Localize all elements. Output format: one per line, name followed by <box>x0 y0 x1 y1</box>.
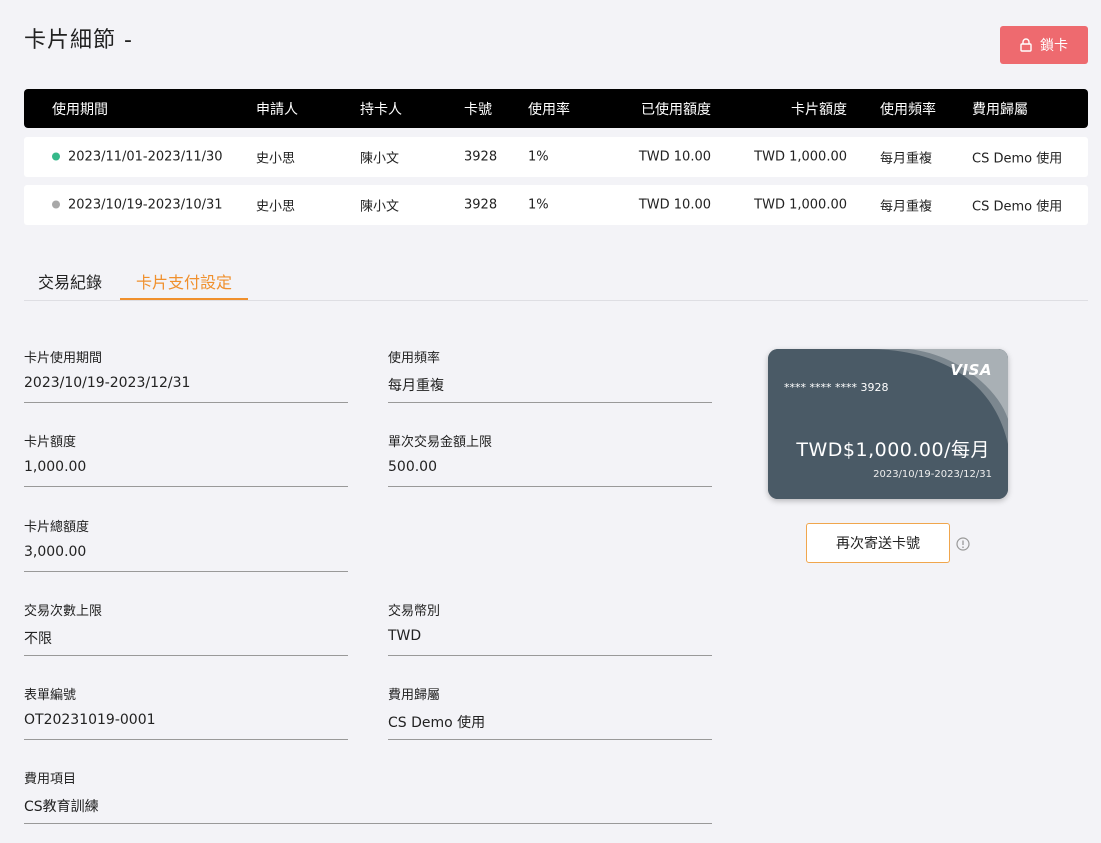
applicant-cell: 史小思 <box>256 151 296 167</box>
field-divider <box>24 739 348 740</box>
holder-cell: 陳小文 <box>360 199 400 215</box>
col-applicant: 申請人 <box>256 101 298 118</box>
field-value: 1,000.00 <box>24 459 87 475</box>
field-label: 卡片總額度 <box>24 520 90 535</box>
frequency-cell: 每月重複 <box>880 151 933 167</box>
detail-tabs: 交易紀錄 卡片支付設定 <box>24 263 1088 301</box>
col-cost-center: 費用歸屬 <box>972 101 1028 118</box>
field-divider <box>24 655 348 656</box>
field-label: 交易幣別 <box>388 604 441 619</box>
period-cell: 2023/11/01-2023/11/30 <box>52 150 223 165</box>
status-dot-inactive <box>52 200 60 208</box>
field-value: 3,000.00 <box>24 544 87 560</box>
field-value: TWD <box>388 628 422 644</box>
cost-center-cell: CS Demo 使用 <box>972 199 1063 215</box>
field-value: CS Demo 使用 <box>388 715 486 731</box>
card-periods-table: 使用期間 申請人 持卡人 卡號 使用率 已使用額度 卡片額度 使用頻率 費用歸屬… <box>24 89 1088 225</box>
table-row[interactable]: 2023/11/01-2023/11/30 史小思 陳小文 3928 1% TW… <box>24 137 1088 177</box>
field-divider <box>24 571 348 572</box>
virtual-card-preview: VISA **** **** **** 3928 TWD$1,000.00/每月… <box>768 349 1008 499</box>
frequency-cell: 每月重複 <box>880 199 933 215</box>
card-amount: TWD$1,000.00/每月 <box>796 439 990 461</box>
col-period: 使用期間 <box>52 101 108 118</box>
page-title: 卡片細節 - <box>24 28 133 53</box>
usage-rate-cell: 1% <box>528 149 549 165</box>
field-value: 500.00 <box>388 459 437 475</box>
cost-center-cell: CS Demo 使用 <box>972 151 1063 167</box>
card-limit-cell: TWD 1,000.00 <box>754 149 847 165</box>
field-divider <box>388 486 712 487</box>
col-card-number: 卡號 <box>464 101 492 118</box>
field-divider <box>388 402 712 403</box>
resend-card-number-button[interactable]: 再次寄送卡號 <box>806 523 950 563</box>
card-limit-cell: TWD 1,000.00 <box>754 197 847 213</box>
field-label: 單次交易金額上限 <box>388 435 493 450</box>
field-divider <box>24 823 712 824</box>
field-label: 卡片使用期間 <box>24 351 103 366</box>
used-amount-cell: TWD 10.00 <box>638 197 711 213</box>
col-used-amount: 已使用額度 <box>641 101 711 118</box>
field-divider <box>24 486 348 487</box>
lock-card-label: 鎖卡 <box>1040 38 1068 54</box>
col-card-limit: 卡片額度 <box>791 101 847 118</box>
applicant-cell: 史小思 <box>256 199 296 215</box>
field-label: 交易次數上限 <box>24 604 103 619</box>
table-header: 使用期間 申請人 持卡人 卡號 使用率 已使用額度 卡片額度 使用頻率 費用歸屬 <box>24 89 1088 128</box>
card-number-cell: 3928 <box>464 197 498 213</box>
table-row[interactable]: 2023/10/19-2023/10/31 史小思 陳小文 3928 1% TW… <box>24 185 1088 225</box>
field-value: 2023/10/19-2023/12/31 <box>24 375 191 391</box>
field-label: 表單編號 <box>24 688 77 703</box>
used-amount-cell: TWD 10.00 <box>638 149 711 165</box>
visa-logo: VISA <box>950 361 992 379</box>
col-frequency: 使用頻率 <box>880 101 936 118</box>
info-icon[interactable] <box>956 536 970 555</box>
field-label: 費用歸屬 <box>388 688 441 703</box>
card-valid-dates: 2023/10/19-2023/12/31 <box>873 469 992 480</box>
period-cell: 2023/10/19-2023/10/31 <box>52 198 223 213</box>
lock-icon <box>1020 38 1032 52</box>
card-number-cell: 3928 <box>464 149 498 165</box>
field-divider <box>24 402 348 403</box>
card-masked-number: **** **** **** 3928 <box>784 381 889 394</box>
holder-cell: 陳小文 <box>360 151 400 167</box>
status-dot-active <box>52 152 60 160</box>
field-label: 使用頻率 <box>388 351 441 366</box>
field-value: 每月重複 <box>388 378 444 394</box>
usage-rate-cell: 1% <box>528 197 549 213</box>
field-value: CS教育訓練 <box>24 799 99 815</box>
field-divider <box>388 739 712 740</box>
col-holder: 持卡人 <box>360 101 402 118</box>
tab-transactions[interactable]: 交易紀錄 <box>30 263 110 299</box>
field-divider <box>388 655 712 656</box>
field-value: 不限 <box>24 631 52 647</box>
tab-payment-settings[interactable]: 卡片支付設定 <box>120 263 248 300</box>
field-label: 費用項目 <box>24 772 77 787</box>
col-usage-rate: 使用率 <box>528 101 570 118</box>
field-value: OT20231019-0001 <box>24 712 156 728</box>
field-label: 卡片額度 <box>24 435 77 450</box>
lock-card-button[interactable]: 鎖卡 <box>1000 26 1088 64</box>
